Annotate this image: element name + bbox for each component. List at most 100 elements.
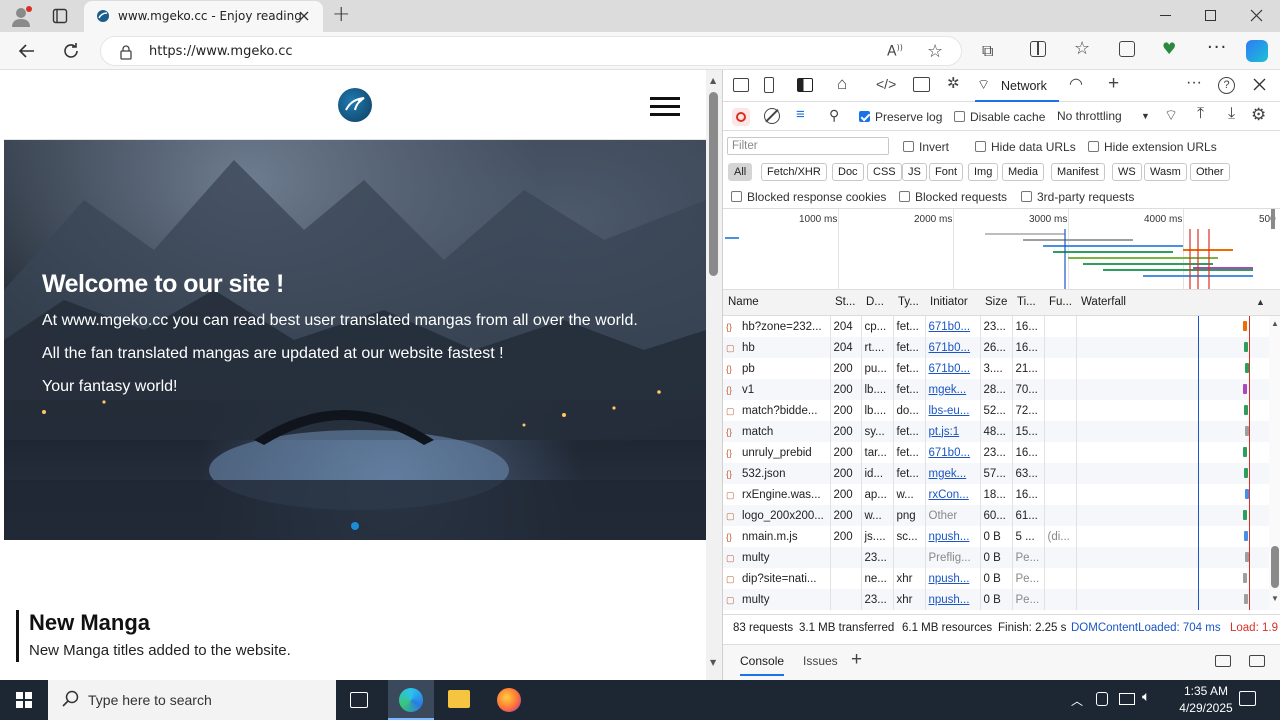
request-row[interactable]: ▢ multy 23... xhr npush... 0 B Pe... bbox=[723, 589, 1272, 610]
table-scroll-down-icon[interactable]: ▼ bbox=[1271, 594, 1279, 603]
task-view-icon[interactable] bbox=[350, 692, 368, 708]
col-fu[interactable]: Fu... bbox=[1049, 296, 1072, 308]
drawer-tab-issues[interactable]: Issues bbox=[803, 654, 838, 668]
favorite-star-icon[interactable]: ☆ bbox=[927, 41, 943, 62]
taskbar-search-box[interactable]: Type here to search bbox=[48, 680, 336, 720]
type-chip-media[interactable]: Media bbox=[1002, 163, 1044, 181]
request-row[interactable]: {} pb 200 pu... fet... 671b0... 3.... 21... bbox=[723, 358, 1272, 379]
table-scrollbar[interactable]: ▲ ▼ bbox=[1269, 316, 1280, 610]
network-overview[interactable]: 1000 ms 2000 ms 3000 ms 4000 ms 500 bbox=[723, 208, 1280, 291]
type-chip-img[interactable]: Img bbox=[968, 163, 999, 181]
network-settings-gear-icon[interactable]: ⚙ bbox=[1251, 105, 1266, 125]
import-har-icon[interactable]: ⤒ bbox=[1197, 105, 1204, 123]
type-chip-wasm[interactable]: Wasm bbox=[1144, 163, 1187, 181]
request-row[interactable]: {} nmain.m.js 200 js.... sc... npush... 0 B5 .… bbox=[723, 526, 1272, 547]
third-party-requests-checkbox[interactable]: 3rd-party requests bbox=[1021, 190, 1134, 204]
preserve-log-checkbox[interactable]: Preserve log bbox=[859, 110, 942, 124]
type-chip-all[interactable]: All bbox=[728, 163, 753, 181]
extensions-icon[interactable]: ⧉ bbox=[982, 41, 993, 61]
request-row[interactable]: ▢ multy 23... Preflig... 0 B Pe... bbox=[723, 547, 1272, 568]
firefox-icon[interactable] bbox=[497, 688, 521, 712]
table-scroll-thumb[interactable] bbox=[1271, 546, 1279, 588]
elements-tab-icon[interactable]: </> bbox=[876, 76, 896, 92]
help-icon[interactable]: ? bbox=[1218, 77, 1235, 94]
taskbar-time[interactable]: 1:35 AM bbox=[1173, 684, 1239, 698]
read-aloud-icon[interactable]: A)) bbox=[887, 43, 903, 60]
network-conditions-icon[interactable]: ⌔ bbox=[1164, 106, 1178, 125]
more-tools-plus-icon[interactable]: + bbox=[1108, 73, 1119, 95]
tray-meet-icon[interactable] bbox=[1096, 692, 1108, 706]
filter-funnel-icon[interactable]: ≡ bbox=[796, 106, 805, 123]
clear-icon[interactable] bbox=[764, 108, 780, 124]
maximize-icon[interactable] bbox=[1205, 10, 1216, 21]
page-scroll-down-icon[interactable]: ▼ bbox=[710, 658, 716, 667]
cell-initiator[interactable]: 671b0... bbox=[925, 316, 981, 337]
settings-more-icon[interactable]: ··· bbox=[1207, 37, 1227, 58]
record-stop-icon[interactable] bbox=[732, 108, 750, 126]
drawer-tab-console[interactable]: Console bbox=[740, 654, 785, 676]
tray-volume-icon[interactable]: 🔈︎ bbox=[1142, 689, 1150, 705]
type-chip-doc[interactable]: Doc bbox=[832, 163, 864, 181]
lock-icon[interactable] bbox=[119, 44, 133, 63]
tab-actions-icon[interactable] bbox=[52, 8, 68, 24]
request-row[interactable]: ▢ dip?site=nati... ne... xhr npush... 0 B Pe..… bbox=[723, 568, 1272, 589]
profile-icon[interactable] bbox=[10, 6, 32, 28]
search-icon[interactable]: ⚲ bbox=[829, 107, 839, 124]
cell-initiator[interactable]: 671b0... bbox=[925, 337, 981, 358]
browser-essentials-icon[interactable]: ♥ bbox=[1162, 39, 1176, 58]
favorites-icon[interactable]: ☆ bbox=[1074, 38, 1090, 59]
cell-initiator[interactable]: mgek... bbox=[925, 463, 981, 484]
col-type[interactable]: Ty... bbox=[898, 296, 919, 308]
devtools-more-icon[interactable]: ··· bbox=[1186, 74, 1202, 92]
request-row[interactable]: ▢ rxEngine.was... 200 ap... w... rxCon... 18..… bbox=[723, 484, 1272, 505]
devtools-close-icon[interactable] bbox=[1253, 78, 1266, 94]
type-chip-fetch-xhr[interactable]: Fetch/XHR bbox=[761, 163, 827, 181]
request-row[interactable]: ▢ match?bidde... 200 lb.... do... lbs-eu... 52… bbox=[723, 400, 1272, 421]
request-row[interactable]: {} 532.json 200 id... fet... mgek... 57... 63..… bbox=[723, 463, 1272, 484]
col-domain[interactable]: D... bbox=[866, 296, 884, 308]
table-scroll-up-icon[interactable]: ▲ bbox=[1271, 319, 1279, 328]
request-row[interactable]: ▢ logo_200x200... 200 w... png Other 60... 61..… bbox=[723, 505, 1272, 526]
col-waterfall[interactable]: Waterfall bbox=[1081, 296, 1126, 308]
carousel-dot-active[interactable] bbox=[351, 522, 359, 530]
page-scroll-up-icon[interactable]: ▲ bbox=[710, 76, 716, 85]
cell-initiator[interactable]: npush... bbox=[925, 526, 981, 547]
hide-extension-urls-checkbox[interactable]: Hide extension URLs bbox=[1088, 140, 1217, 154]
console-tab-icon[interactable] bbox=[913, 77, 930, 92]
page-scroll-thumb[interactable] bbox=[709, 92, 718, 276]
back-icon[interactable] bbox=[18, 42, 36, 63]
inspect-element-icon[interactable] bbox=[733, 78, 749, 92]
type-chip-other[interactable]: Other bbox=[1190, 163, 1230, 181]
drawer-undock-icon[interactable] bbox=[1215, 655, 1231, 667]
tray-network-icon[interactable] bbox=[1119, 693, 1135, 705]
filter-input[interactable]: Filter bbox=[727, 137, 889, 155]
request-row[interactable]: {} match 200 sy... fet... pt.js:1 48... 15... bbox=[723, 421, 1272, 442]
sort-up-icon[interactable]: ▲ bbox=[1256, 297, 1265, 307]
cell-initiator[interactable]: mgek... bbox=[925, 379, 981, 400]
copilot-icon[interactable] bbox=[1246, 40, 1268, 62]
dock-side-icon[interactable] bbox=[797, 78, 813, 92]
col-status[interactable]: St... bbox=[835, 296, 855, 308]
type-chip-js[interactable]: JS bbox=[902, 163, 927, 181]
welcome-home-icon[interactable]: ⌂ bbox=[837, 74, 847, 94]
col-time[interactable]: Ti... bbox=[1017, 296, 1036, 308]
cell-initiator[interactable]: 671b0... bbox=[925, 442, 981, 463]
request-row[interactable]: {} hb?zone=232... 204 cp... fet... 671b0... 23… bbox=[723, 316, 1272, 337]
hide-data-urls-checkbox[interactable]: Hide data URLs bbox=[975, 140, 1076, 154]
tray-chevron-up-icon[interactable]: ︿ bbox=[1071, 692, 1083, 709]
cell-initiator[interactable]: lbs-eu... bbox=[925, 400, 981, 421]
performance-icon[interactable]: ◠ bbox=[1069, 74, 1083, 94]
cell-initiator[interactable]: pt.js:1 bbox=[925, 421, 981, 442]
type-chip-manifest[interactable]: Manifest bbox=[1051, 163, 1105, 181]
cell-initiator[interactable]: npush... bbox=[925, 589, 981, 610]
request-row[interactable]: {} unruly_prebid 200 tar... fet... 671b0... 23… bbox=[723, 442, 1272, 463]
type-chip-font[interactable]: Font bbox=[929, 163, 964, 181]
type-chip-ws[interactable]: WS bbox=[1112, 163, 1142, 181]
taskbar-date[interactable]: 4/29/2025 bbox=[1169, 701, 1243, 715]
disable-cache-checkbox[interactable]: Disable cache bbox=[954, 110, 1045, 124]
drawer-close-icon[interactable] bbox=[1249, 655, 1265, 667]
new-tab-button[interactable]: + bbox=[332, 2, 350, 27]
request-row[interactable]: ▢ hb 204 rt.... fet... 671b0... 26... 16... bbox=[723, 337, 1272, 358]
drawer-add-tab-icon[interactable]: + bbox=[851, 649, 862, 671]
notifications-icon[interactable] bbox=[1239, 691, 1256, 706]
